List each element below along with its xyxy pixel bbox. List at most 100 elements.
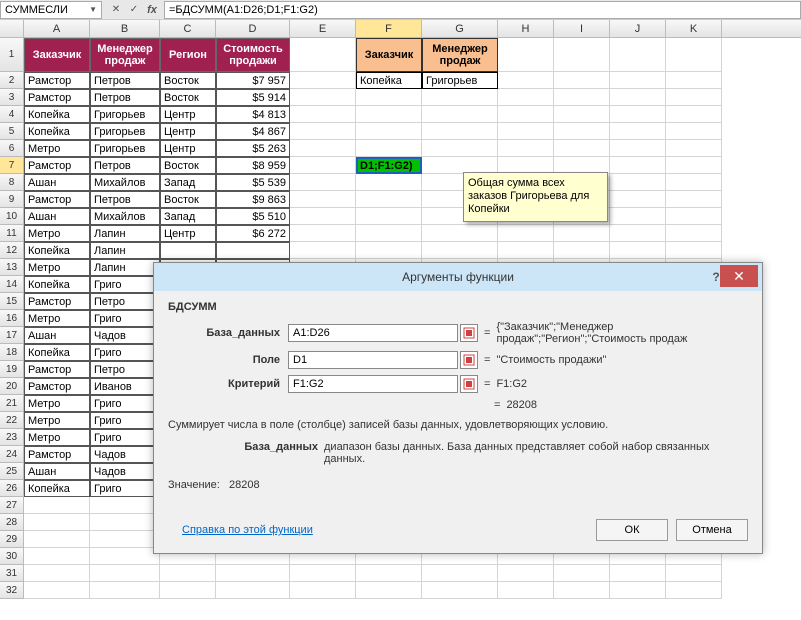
cell[interactable] — [290, 106, 356, 123]
row-head[interactable]: 14 — [0, 276, 24, 293]
cell[interactable]: $5 539 — [216, 174, 290, 191]
cell[interactable] — [554, 38, 610, 72]
cell[interactable] — [356, 106, 422, 123]
col-head-K[interactable]: K — [666, 20, 722, 37]
cell[interactable] — [90, 565, 160, 582]
cell[interactable]: Копейка — [24, 242, 90, 259]
cell[interactable] — [290, 582, 356, 599]
cell[interactable] — [90, 514, 160, 531]
cell[interactable] — [610, 242, 666, 259]
row-head[interactable]: 26 — [0, 480, 24, 497]
cell[interactable]: Григорьев — [422, 72, 498, 89]
cell[interactable] — [666, 208, 722, 225]
cell[interactable]: Метро — [24, 140, 90, 157]
cell[interactable] — [24, 497, 90, 514]
cell[interactable] — [498, 225, 554, 242]
cell[interactable] — [498, 72, 554, 89]
cell[interactable] — [290, 72, 356, 89]
cell[interactable]: Ашан — [24, 174, 90, 191]
cell[interactable]: Григорьев — [90, 106, 160, 123]
cell[interactable] — [554, 106, 610, 123]
cell[interactable]: Рамстор — [24, 72, 90, 89]
cell[interactable]: $6 272 — [216, 225, 290, 242]
cell[interactable] — [422, 89, 498, 106]
cell[interactable] — [666, 191, 722, 208]
cell[interactable] — [356, 174, 422, 191]
cell[interactable]: $5 263 — [216, 140, 290, 157]
close-button[interactable]: ✕ — [720, 265, 758, 287]
cell[interactable]: Метро — [24, 225, 90, 242]
cell[interactable] — [666, 89, 722, 106]
help-link[interactable]: Справка по этой функции — [168, 524, 313, 536]
row-head[interactable]: 22 — [0, 412, 24, 429]
arg-input-2[interactable] — [288, 375, 458, 393]
cell[interactable]: Менеджер продаж — [90, 38, 160, 72]
cell[interactable]: Центр — [160, 106, 216, 123]
col-head-G[interactable]: G — [422, 20, 498, 37]
cell[interactable]: Ашан — [24, 208, 90, 225]
cell[interactable] — [290, 38, 356, 72]
cell[interactable]: Петров — [90, 157, 160, 174]
row-head[interactable]: 9 — [0, 191, 24, 208]
cell[interactable] — [610, 191, 666, 208]
row-head[interactable]: 21 — [0, 395, 24, 412]
cell[interactable] — [422, 565, 498, 582]
formula-input[interactable]: =БДСУММ(A1:D26;D1;F1:G2) — [164, 1, 801, 19]
cell[interactable]: Чадов — [90, 463, 160, 480]
row-head[interactable]: 31 — [0, 565, 24, 582]
cell[interactable]: Копейка — [24, 480, 90, 497]
cell[interactable]: Чадов — [90, 327, 160, 344]
cell[interactable] — [666, 565, 722, 582]
cell[interactable] — [666, 582, 722, 599]
col-head-C[interactable]: C — [160, 20, 216, 37]
row-head[interactable]: 20 — [0, 378, 24, 395]
cell[interactable]: Центр — [160, 123, 216, 140]
cell[interactable] — [666, 38, 722, 72]
cell[interactable] — [498, 582, 554, 599]
select-all-corner[interactable] — [0, 20, 24, 37]
cancel-button[interactable]: Отмена — [676, 519, 748, 541]
cell[interactable] — [498, 565, 554, 582]
cell[interactable]: Копейка — [24, 106, 90, 123]
cell[interactable] — [610, 582, 666, 599]
cell[interactable]: Метро — [24, 395, 90, 412]
cell[interactable]: Григо — [90, 276, 160, 293]
cell[interactable] — [610, 174, 666, 191]
cell[interactable]: $5 510 — [216, 208, 290, 225]
cell[interactable]: Запад — [160, 208, 216, 225]
cell[interactable] — [160, 565, 216, 582]
ok-button[interactable]: ОК — [596, 519, 668, 541]
cell[interactable]: Михайлов — [90, 208, 160, 225]
cell[interactable] — [356, 565, 422, 582]
cell[interactable] — [160, 582, 216, 599]
row-head[interactable]: 24 — [0, 446, 24, 463]
cell[interactable] — [422, 242, 498, 259]
cell[interactable]: Центр — [160, 225, 216, 242]
cell[interactable]: Метро — [24, 310, 90, 327]
cell[interactable] — [356, 225, 422, 242]
cell[interactable] — [356, 123, 422, 140]
arg-input-1[interactable] — [288, 351, 458, 369]
cell[interactable] — [90, 531, 160, 548]
cell[interactable]: Заказчик — [24, 38, 90, 72]
row-head[interactable]: 27 — [0, 497, 24, 514]
cell[interactable] — [160, 242, 216, 259]
cell[interactable] — [666, 72, 722, 89]
row-head[interactable]: 18 — [0, 344, 24, 361]
cell[interactable] — [422, 106, 498, 123]
cell[interactable]: Восток — [160, 157, 216, 174]
cell[interactable]: Регион — [160, 38, 216, 72]
cell[interactable]: Менеджер продаж — [422, 38, 498, 72]
row-head[interactable]: 30 — [0, 548, 24, 565]
cell[interactable] — [356, 242, 422, 259]
cell[interactable] — [498, 38, 554, 72]
cell[interactable] — [356, 191, 422, 208]
cell[interactable]: $9 863 — [216, 191, 290, 208]
cell[interactable]: Григорьев — [90, 140, 160, 157]
cell[interactable]: $4 813 — [216, 106, 290, 123]
col-head-H[interactable]: H — [498, 20, 554, 37]
cell[interactable] — [554, 565, 610, 582]
cell[interactable] — [666, 174, 722, 191]
cell[interactable] — [422, 582, 498, 599]
dialog-titlebar[interactable]: Аргументы функции ? ✕ — [154, 263, 762, 291]
